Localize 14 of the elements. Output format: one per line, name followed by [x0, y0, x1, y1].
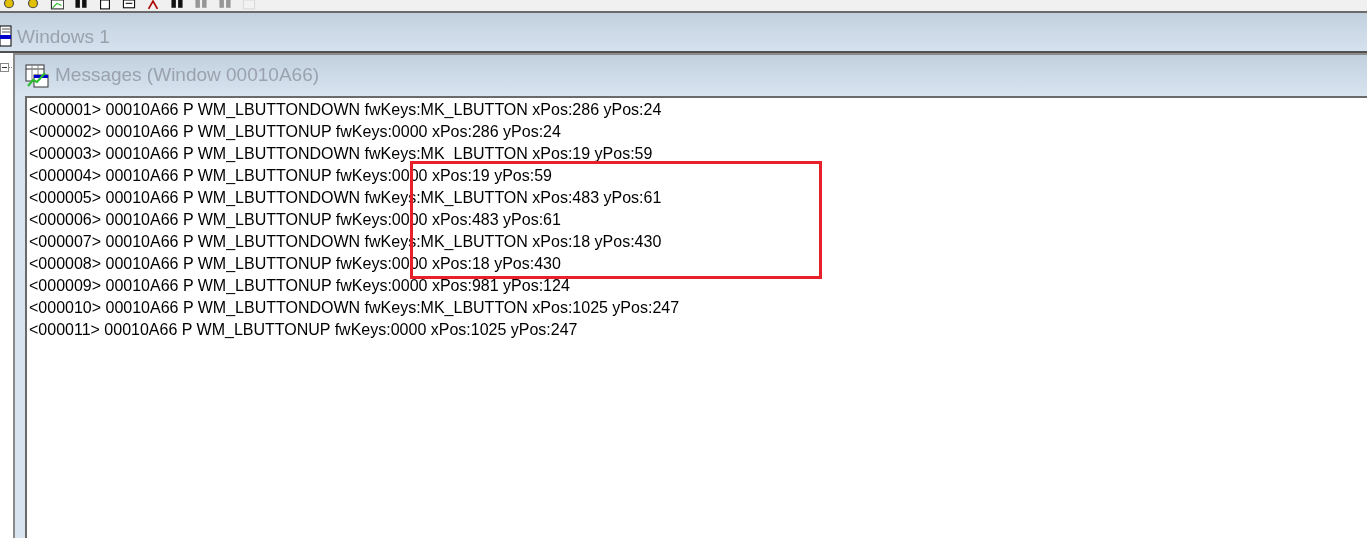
message-row[interactable]: <000011> 00010A66 P WM_LBUTTONUP fwKeys:0000 xPos:1025 yPos:247: [29, 319, 1367, 341]
document-icon[interactable]: [122, 0, 136, 10]
window-icon[interactable]: [98, 0, 112, 10]
tree-expander-icon[interactable]: [0, 63, 12, 73]
message-row[interactable]: <000002> 00010A66 P WM_LBUTTONUP fwKeys:0000 xPos:286 yPos:24: [29, 121, 1367, 143]
message-row[interactable]: <000001> 00010A66 P WM_LBUTTONDOWN fwKeys:MK_LBUTTON xPos:286 yPos:24: [29, 99, 1367, 121]
message-row[interactable]: <000009> 00010A66 P WM_LBUTTONUP fwKeys:0000 xPos:981 yPos:124: [29, 275, 1367, 297]
window-title: Messages (Window 00010A66): [55, 63, 320, 88]
message-row[interactable]: <000003> 00010A66 P WM_LBUTTONDOWN fwKeys:MK_LBUTTON xPos:19 yPos:59: [29, 143, 1367, 165]
window-title: Windows 1: [17, 24, 110, 49]
messages-window-icon: [25, 63, 49, 88]
chart-icon[interactable]: [50, 0, 64, 10]
close-icon[interactable]: [146, 0, 160, 10]
message-row[interactable]: <000010> 00010A66 P WM_LBUTTONDOWN fwKeys:MK_LBUTTON xPos:1025 yPos:247: [29, 297, 1367, 319]
